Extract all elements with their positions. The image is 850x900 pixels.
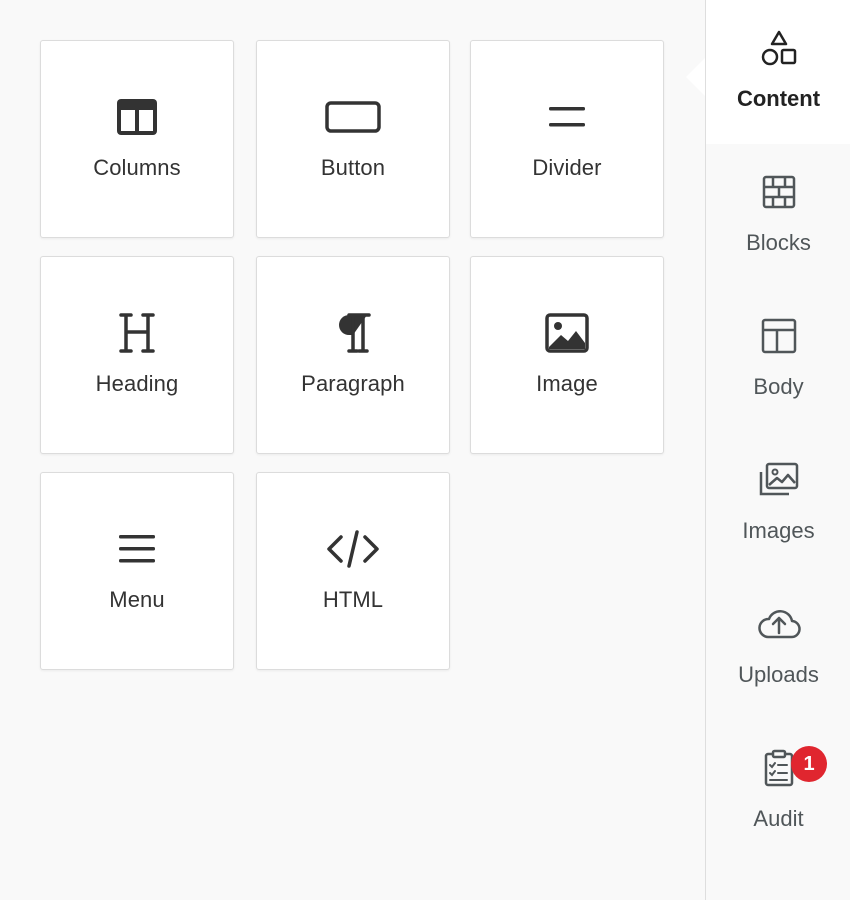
heading-icon: [41, 309, 233, 357]
tab-label: Audit: [753, 806, 804, 831]
tab-content[interactable]: Content: [706, 0, 850, 144]
layout-icon: [706, 316, 850, 356]
menu-icon: [41, 525, 233, 573]
tool-label: Paragraph: [301, 371, 405, 396]
tab-body[interactable]: Body: [706, 288, 850, 432]
tool-label: HTML: [322, 587, 384, 612]
shapes-icon: [706, 28, 850, 68]
tool-image[interactable]: Image: [470, 256, 664, 454]
tool-label: Columns: [93, 155, 181, 180]
tool-button[interactable]: Button: [256, 40, 450, 238]
button-icon: [257, 93, 449, 141]
paragraph-icon: [257, 309, 449, 357]
tab-label: Blocks: [746, 230, 811, 255]
tab-audit[interactable]: Audit: [706, 720, 850, 864]
tool-label: Button: [320, 155, 386, 180]
tab-label: Content: [736, 86, 821, 111]
divider-icon: [471, 93, 663, 141]
tab-label: Uploads: [738, 662, 819, 687]
tab-label: Images: [742, 518, 815, 543]
tool-label: Divider: [532, 155, 602, 180]
clipboard-check-icon: [706, 748, 850, 788]
tool-label: Heading: [95, 371, 179, 396]
tab-uploads[interactable]: Uploads: [706, 576, 850, 720]
image-icon: [471, 309, 663, 357]
active-tab-pointer: [686, 58, 705, 96]
code-icon: [257, 525, 449, 573]
images-icon: [706, 460, 850, 500]
tool-html[interactable]: HTML: [256, 472, 450, 670]
tab-images[interactable]: Images: [706, 432, 850, 576]
tool-label: Menu: [109, 587, 165, 612]
brick-wall-icon: [706, 172, 850, 212]
tab-blocks[interactable]: Blocks: [706, 144, 850, 288]
tool-paragraph[interactable]: Paragraph: [256, 256, 450, 454]
tab-label: Body: [753, 374, 804, 399]
sidebar-rail: Content Blocks Body Images Uploads Audit…: [705, 0, 850, 900]
tool-divider[interactable]: Divider: [470, 40, 664, 238]
tool-heading[interactable]: Heading: [40, 256, 234, 454]
columns-icon: [41, 93, 233, 141]
tool-menu[interactable]: Menu: [40, 472, 234, 670]
tool-label: Image: [536, 371, 598, 396]
audit-count-badge: 1: [791, 746, 827, 782]
content-tools-panel: Columns Button Divider Heading Paragraph…: [0, 0, 705, 900]
tool-columns[interactable]: Columns: [40, 40, 234, 238]
cloud-upload-icon: [706, 604, 850, 644]
